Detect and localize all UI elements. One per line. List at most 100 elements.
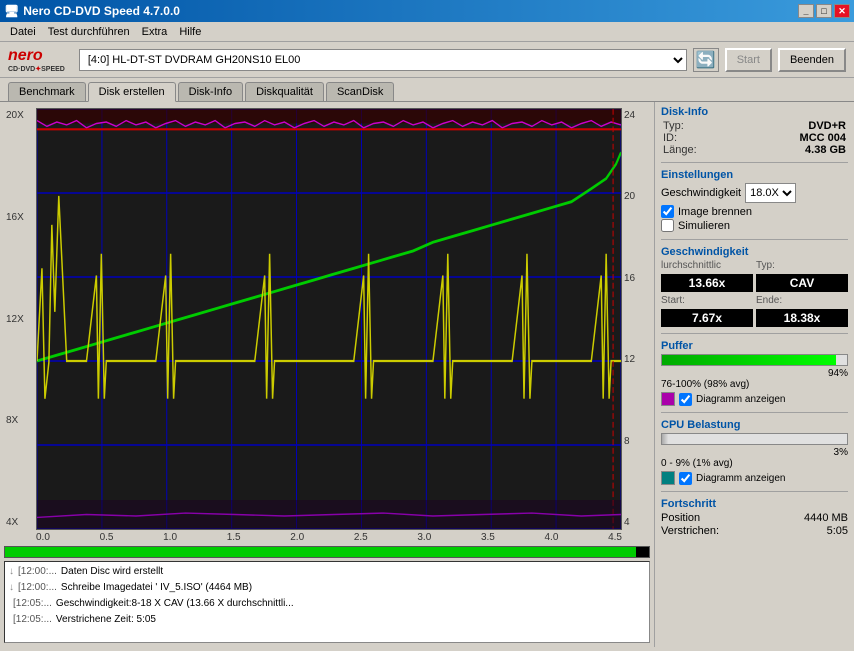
chart-area <box>36 108 622 530</box>
close-button[interactable]: ✕ <box>834 4 850 18</box>
refresh-icon: 🔄 <box>696 50 716 70</box>
cpu-bar-container <box>661 433 848 445</box>
app-title: Nero CD-DVD Speed 4.7.0.0 <box>23 4 180 18</box>
cpu-range: 0 - 9% (1% avg) <box>661 458 848 469</box>
puffer-diag-color <box>661 392 675 406</box>
disk-id-label: ID: <box>663 132 677 144</box>
menu-datei[interactable]: Datei <box>4 24 42 40</box>
divider-4 <box>661 412 848 413</box>
ende-value: 18.38x <box>756 309 848 327</box>
log-line-2: ↓ [12:00:... Schreibe Imagedatei ' IV_5.… <box>9 580 645 596</box>
menu-extra[interactable]: Extra <box>136 24 174 40</box>
tab-benchmark[interactable]: Benchmark <box>8 82 86 101</box>
einstellungen-section: Einstellungen Geschwindigkeit 18.0X Imag… <box>661 169 848 233</box>
x-0.5: 0.5 <box>100 532 114 543</box>
puffer-range: 76-100% (98% avg) <box>661 379 848 390</box>
typ-label: Typ: <box>756 260 848 271</box>
titlebar-buttons: _ □ ✕ <box>798 4 850 18</box>
tab-bar: Benchmark Disk erstellen Disk-Info Diskq… <box>0 78 854 102</box>
tab-diskqualitat[interactable]: Diskqualität <box>245 82 324 101</box>
position-row: Position 4440 MB <box>661 512 848 524</box>
disk-laenge-row: Länge: 4.38 GB <box>661 144 848 156</box>
maximize-button[interactable]: □ <box>816 4 832 18</box>
durchschnitt-value: 13.66x <box>661 274 753 292</box>
right-panel: Disk-Info Typ: DVD+R ID: MCC 004 Länge: … <box>654 102 854 647</box>
disk-typ-label: Typ: <box>663 120 684 132</box>
log-icon-2: ↓ <box>9 580 14 596</box>
simulieren-checkbox[interactable] <box>661 219 674 232</box>
y-left-label-4: 4X <box>6 517 34 528</box>
y-right-4: 4 <box>624 517 648 528</box>
y-left-label-20: 20X <box>6 110 34 121</box>
logo-nero: nero <box>8 47 65 65</box>
geschwindigkeit-label: Geschwindigkeit <box>661 187 741 199</box>
titlebar-title-group: 🖥 Nero CD-DVD Speed 4.7.0.0 <box>4 4 180 18</box>
menu-test[interactable]: Test durchführen <box>42 24 136 40</box>
main-content: 20X 16X 12X 8X 4X <box>0 102 854 647</box>
geschwindigkeit-section: Geschwindigkeit lurchschnittlic Typ: 13.… <box>661 246 848 327</box>
puffer-diag-row: Diagramm anzeigen <box>661 392 848 406</box>
log-text-3: Geschwindigkeit:8-18 X CAV (13.66 X durc… <box>56 596 294 612</box>
cpu-diag-checkbox[interactable] <box>679 472 692 485</box>
disk-info-section: Disk-Info Typ: DVD+R ID: MCC 004 Länge: … <box>661 106 848 156</box>
x-2.5: 2.5 <box>354 532 368 543</box>
toolbar: nero CD·DVD✦SPEED [4:0] HL-DT-ST DVDRAM … <box>0 42 854 78</box>
simulieren-row: Simulieren <box>661 219 848 232</box>
x-0.0: 0.0 <box>36 532 50 543</box>
menu-hilfe[interactable]: Hilfe <box>173 24 207 40</box>
drive-selector[interactable]: [4:0] HL-DT-ST DVDRAM GH20NS10 EL00 <box>79 49 687 71</box>
cpu-section: CPU Belastung 3% 0 - 9% (1% avg) Diagram… <box>661 419 848 485</box>
disk-id-row: ID: MCC 004 <box>661 132 848 144</box>
x-4.0: 4.0 <box>545 532 559 543</box>
disk-laenge-value: 4.38 GB <box>805 144 846 156</box>
tab-disk-info[interactable]: Disk-Info <box>178 82 243 101</box>
x-3.0: 3.0 <box>417 532 431 543</box>
log-line-4: [12:05:... Verstrichene Zeit: 5:05 <box>9 612 645 628</box>
fortschritt-section: Fortschritt Position 4440 MB Verstrichen… <box>661 498 848 538</box>
chart-container: 20X 16X 12X 8X 4X <box>0 102 654 647</box>
durchschnitt-label: lurchschnittlic <box>661 260 753 271</box>
y-right-12: 12 <box>624 354 648 365</box>
logo-sub: CD·DVD✦SPEED <box>8 65 65 73</box>
log-time-2: [12:00:... <box>18 580 57 596</box>
image-brennen-label: Image brennen <box>678 206 752 218</box>
start-value: 7.67x <box>661 309 753 327</box>
end-button[interactable]: Beenden <box>778 48 846 72</box>
fortschritt-title: Fortschritt <box>661 498 848 510</box>
divider-5 <box>661 491 848 492</box>
log-text-1: Daten Disc wird erstellt <box>61 564 163 580</box>
log-line-3: [12:05:... Geschwindigkeit:8-18 X CAV (1… <box>9 596 645 612</box>
log-line-1: ↓ [12:00:... Daten Disc wird erstellt <box>9 564 645 580</box>
tab-disk-erstellen[interactable]: Disk erstellen <box>88 82 176 102</box>
refresh-icon-button[interactable]: 🔄 <box>693 48 719 72</box>
minimize-button[interactable]: _ <box>798 4 814 18</box>
chart-svg <box>37 109 621 529</box>
position-value: 4440 MB <box>804 512 848 524</box>
start-label: Start: <box>661 295 753 306</box>
start-button[interactable]: Start <box>725 48 772 72</box>
disk-typ-row: Typ: DVD+R <box>661 120 848 132</box>
tab-scandisk[interactable]: ScanDisk <box>326 82 394 101</box>
speed-select[interactable]: 18.0X <box>745 183 796 203</box>
verstrichen-row: Verstrichen: 5:05 <box>661 525 848 537</box>
x-axis: 0.0 0.5 1.0 1.5 2.0 2.5 3.0 3.5 4.0 4.5 <box>4 530 650 543</box>
logo: nero CD·DVD✦SPEED <box>8 47 65 73</box>
y-left-label-16: 16X <box>6 212 34 223</box>
progress-bar-container <box>4 546 650 558</box>
puffer-diag-label: Diagramm anzeigen <box>696 394 786 405</box>
image-brennen-checkbox[interactable] <box>661 205 674 218</box>
log-text-2: Schreibe Imagedatei ' IV_5.ISO' (4464 MB… <box>61 580 252 596</box>
progress-bar-fill <box>5 547 636 557</box>
puffer-percent: 94% <box>661 368 848 379</box>
puffer-diag-checkbox[interactable] <box>679 393 692 406</box>
puffer-bar-container <box>661 354 848 366</box>
x-2.0: 2.0 <box>290 532 304 543</box>
x-3.5: 3.5 <box>481 532 495 543</box>
y-left-label-12: 12X <box>6 314 34 325</box>
log-text-4: Verstrichene Zeit: 5:05 <box>56 612 156 628</box>
x-1.5: 1.5 <box>227 532 241 543</box>
disk-id-value: MCC 004 <box>800 132 846 144</box>
y-right-20: 20 <box>624 191 648 202</box>
y-axis-right: 24 20 16 12 8 4 <box>622 108 650 530</box>
cpu-diag-color <box>661 471 675 485</box>
